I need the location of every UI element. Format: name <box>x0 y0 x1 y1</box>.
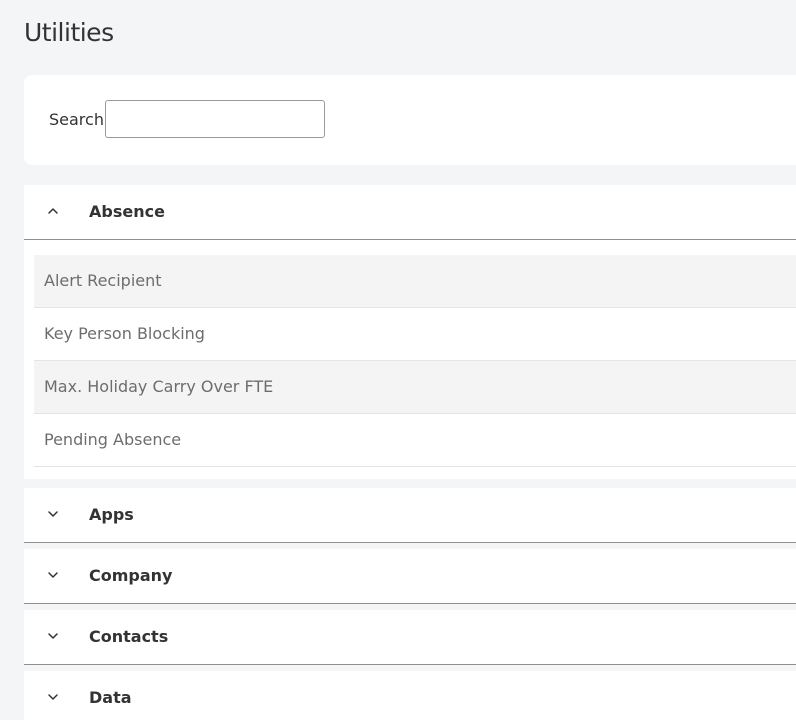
section-header-data[interactable]: Data <box>24 671 796 720</box>
search-card: Search <box>24 75 796 165</box>
section-header-absence[interactable]: Absence <box>24 185 796 240</box>
search-input[interactable] <box>105 100 325 138</box>
section-items-absence: Alert Recipient Key Person Blocking Max.… <box>24 240 796 477</box>
list-item-key-person-blocking[interactable]: Key Person Blocking <box>34 308 796 361</box>
section-title: Absence <box>89 202 165 221</box>
section-header-contacts[interactable]: Contacts <box>24 610 796 665</box>
section-absence: Absence Alert Recipient Key Person Block… <box>24 185 796 479</box>
section-header-apps[interactable]: Apps <box>24 488 796 543</box>
section-contacts: Contacts <box>24 610 796 665</box>
page-title: Utilities <box>24 18 114 47</box>
search-label: Search <box>49 110 104 129</box>
list-item-alert-recipient[interactable]: Alert Recipient <box>34 255 796 308</box>
section-title: Contacts <box>89 627 169 646</box>
section-title: Data <box>89 688 132 707</box>
chevron-down-icon <box>48 694 58 700</box>
section-header-company[interactable]: Company <box>24 549 796 604</box>
list-item-max-holiday-carry-over[interactable]: Max. Holiday Carry Over FTE <box>34 361 796 414</box>
section-data: Data <box>24 671 796 720</box>
chevron-down-icon <box>48 633 58 639</box>
section-title: Company <box>89 566 173 585</box>
chevron-down-icon <box>48 572 58 578</box>
chevron-up-icon <box>48 208 58 214</box>
chevron-down-icon <box>48 511 58 517</box>
section-title: Apps <box>89 505 134 524</box>
section-company: Company <box>24 549 796 604</box>
list-item-pending-absence[interactable]: Pending Absence <box>34 414 796 467</box>
section-apps: Apps <box>24 488 796 543</box>
